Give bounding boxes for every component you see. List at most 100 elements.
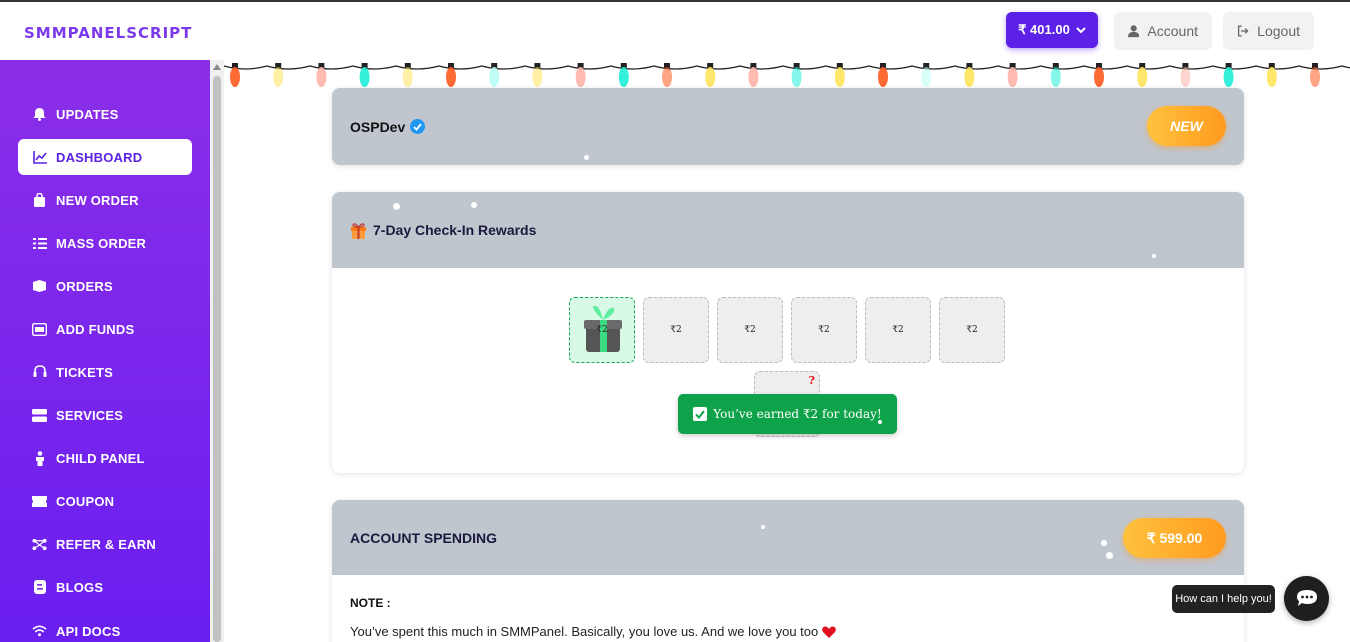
spending-card-header: ACCOUNT SPENDING bbox=[332, 500, 1244, 575]
snowflake bbox=[761, 525, 765, 529]
reward-day-3[interactable]: ₹2 bbox=[717, 297, 783, 363]
sidebar-item-label: MASS ORDER bbox=[56, 235, 147, 251]
wifi-icon bbox=[32, 624, 47, 639]
check-in-rewards-card: 7-Day Check-In Rewards ₹2 ₹2 ₹2 ₹2 ₹2 ₹2… bbox=[332, 192, 1244, 473]
blog-icon bbox=[32, 580, 47, 595]
sidebar-item-refer-earn[interactable]: REFER & EARN bbox=[18, 526, 192, 562]
reward-day-4-amount: ₹2 bbox=[818, 325, 830, 335]
snowflake bbox=[393, 203, 400, 210]
account-label: Account bbox=[1147, 23, 1198, 39]
scrollbar[interactable] bbox=[210, 60, 224, 642]
user-icon bbox=[1128, 25, 1140, 38]
reward-day-1-amount: ₹2 bbox=[596, 325, 608, 335]
profile-card: OSPDev NEW bbox=[332, 88, 1244, 165]
rewards-title-text: 7-Day Check-In Rewards bbox=[373, 222, 537, 238]
sidebar-item-child-panel[interactable]: CHILD PANEL bbox=[18, 440, 192, 476]
rewards-title: 7-Day Check-In Rewards bbox=[350, 222, 536, 239]
note-text-content: You’ve spent this much in SMMPanel. Basi… bbox=[350, 624, 819, 639]
sidebar-item-label: NEW ORDER bbox=[56, 192, 139, 208]
sidebar-item-api-docs[interactable]: API DOCS bbox=[18, 613, 192, 642]
sidebar-item-label: BLOGS bbox=[56, 579, 104, 595]
sidebar: UPDATES DASHBOARD NEW ORDER MASS ORDER O… bbox=[0, 60, 210, 642]
profile-card-header: OSPDev bbox=[332, 88, 1244, 165]
verified-badge-icon bbox=[410, 119, 426, 134]
top-bar: SMMPANELSCRIPT ₹ 401.00 Account Logout bbox=[0, 0, 1350, 60]
reward-day-5[interactable]: ₹2 bbox=[865, 297, 931, 363]
bell-icon bbox=[32, 107, 47, 122]
gift-icon bbox=[351, 222, 366, 239]
rewards-card-header: 7-Day Check-In Rewards bbox=[332, 192, 1244, 268]
reward-day-4[interactable]: ₹2 bbox=[791, 297, 857, 363]
chat-bubble-icon bbox=[1296, 590, 1317, 606]
list-icon bbox=[32, 236, 47, 251]
boxes-icon bbox=[32, 279, 47, 294]
logout-button[interactable]: Logout bbox=[1223, 12, 1314, 50]
reward-day-6[interactable]: ₹2 bbox=[939, 297, 1005, 363]
sidebar-item-updates[interactable]: UPDATES bbox=[18, 96, 192, 132]
username-text: OSPDev bbox=[350, 118, 406, 135]
snowflake bbox=[1152, 254, 1156, 258]
sidebar-item-dashboard[interactable]: DASHBOARD bbox=[18, 139, 192, 175]
sidebar-item-add-funds[interactable]: ADD FUNDS bbox=[18, 311, 192, 347]
sidebar-item-coupon[interactable]: COUPON bbox=[18, 483, 192, 519]
note-label: NOTE : bbox=[350, 596, 391, 610]
snowflake bbox=[878, 420, 882, 424]
sidebar-item-tickets[interactable]: TICKETS bbox=[18, 354, 192, 390]
snowflake bbox=[1106, 552, 1113, 559]
sidebar-item-label: CHILD PANEL bbox=[56, 450, 145, 466]
snowflake bbox=[471, 202, 477, 208]
reward-day-2[interactable]: ₹2 bbox=[643, 297, 709, 363]
reward-day-6-amount: ₹2 bbox=[966, 325, 978, 335]
sidebar-item-services[interactable]: SERVICES bbox=[18, 397, 192, 433]
reward-day-5-amount: ₹2 bbox=[892, 325, 904, 335]
sidebar-item-label: ADD FUNDS bbox=[56, 321, 135, 337]
snowflake bbox=[1101, 540, 1107, 546]
balance-button[interactable]: ₹ 401.00 bbox=[1006, 12, 1098, 48]
reward-day-3-amount: ₹2 bbox=[744, 325, 756, 335]
network-icon bbox=[32, 537, 47, 552]
spending-title: ACCOUNT SPENDING bbox=[350, 529, 498, 546]
sidebar-item-label: REFER & EARN bbox=[56, 536, 156, 552]
username: OSPDev bbox=[350, 118, 426, 135]
logout-icon bbox=[1237, 25, 1249, 37]
spending-amount-badge: ₹ 599.00 bbox=[1123, 518, 1226, 558]
headset-icon bbox=[32, 365, 47, 380]
reward-toast: You’ve earned ₹2 for today! bbox=[678, 394, 897, 434]
child-icon bbox=[32, 450, 47, 466]
sidebar-item-mass-order[interactable]: MASS ORDER bbox=[18, 225, 192, 261]
snowflake bbox=[584, 155, 589, 160]
balance-amount: ₹ 401.00 bbox=[1018, 22, 1070, 37]
heart-icon bbox=[822, 626, 837, 638]
chevron-down-icon bbox=[1076, 27, 1086, 34]
chat-tooltip: How can I help you! bbox=[1172, 585, 1275, 613]
reward-day-1[interactable]: ₹2 bbox=[569, 297, 635, 363]
sidebar-item-new-order[interactable]: NEW ORDER bbox=[18, 182, 192, 218]
logout-label: Logout bbox=[1257, 23, 1300, 39]
scroll-up-arrow-icon[interactable] bbox=[213, 64, 221, 70]
checkmark-icon bbox=[693, 407, 708, 421]
note-text: You’ve spent this much in SMMPanel. Basi… bbox=[350, 624, 837, 639]
server-icon bbox=[32, 408, 47, 423]
sidebar-item-label: DASHBOARD bbox=[56, 149, 143, 165]
ticket-icon bbox=[32, 494, 47, 509]
new-badge: NEW bbox=[1147, 106, 1226, 146]
mystery-mark: ? bbox=[808, 374, 815, 387]
sidebar-item-label: SERVICES bbox=[56, 407, 124, 423]
wallet-icon bbox=[32, 322, 47, 337]
sidebar-item-blogs[interactable]: BLOGS bbox=[18, 569, 192, 605]
sidebar-item-orders[interactable]: ORDERS bbox=[18, 268, 192, 304]
reward-day-2-amount: ₹2 bbox=[670, 325, 682, 335]
account-button[interactable]: Account bbox=[1114, 12, 1212, 50]
scroll-thumb[interactable] bbox=[213, 76, 221, 642]
toast-text: You’ve earned ₹2 for today! bbox=[713, 407, 882, 421]
sidebar-item-label: ORDERS bbox=[56, 278, 113, 294]
chat-button[interactable] bbox=[1284, 576, 1329, 621]
sidebar-item-label: TICKETS bbox=[56, 364, 114, 380]
shopping-bag-icon bbox=[32, 193, 47, 208]
logo[interactable]: SMMPANELSCRIPT bbox=[24, 24, 192, 42]
chart-line-icon bbox=[32, 150, 47, 165]
account-spending-card: ACCOUNT SPENDING ₹ 599.00 NOTE : You’ve … bbox=[332, 500, 1244, 642]
sidebar-item-label: API DOCS bbox=[56, 623, 121, 639]
sidebar-item-label: UPDATES bbox=[56, 106, 119, 122]
sidebar-item-label: COUPON bbox=[56, 493, 115, 509]
